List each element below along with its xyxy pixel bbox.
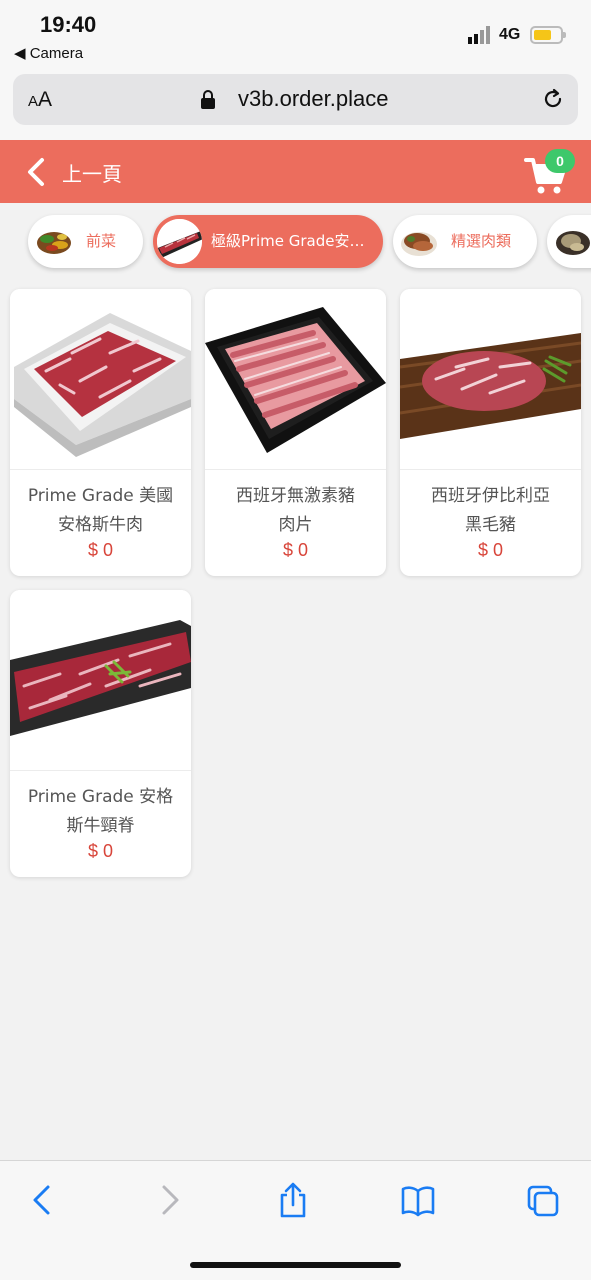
category-chip-appetizers[interactable]: 前菜: [28, 215, 143, 268]
product-price: $ 0: [477, 540, 504, 560]
product-card[interactable]: Prime Grade 美國 安格斯牛肉 $ 0: [10, 289, 191, 576]
product-card[interactable]: 西班牙無激素豬 肉片 $ 0: [205, 289, 386, 576]
product-price: $ 0: [87, 540, 114, 560]
back-button[interactable]: 上一頁: [22, 154, 142, 190]
product-price: $ 0: [282, 540, 309, 560]
app-header: 上一頁: [0, 140, 591, 203]
category-bar: 前菜 極級Prime Grade安… 精選肉類: [0, 203, 591, 281]
tabs-icon[interactable]: [526, 1181, 560, 1219]
signal-icon: [468, 26, 490, 44]
product-name: Prime Grade 美國 安格斯牛肉: [27, 486, 174, 535]
back-icon[interactable]: [26, 1181, 60, 1219]
forward-icon[interactable]: [152, 1181, 186, 1219]
battery-icon: [530, 26, 566, 44]
category-label: 極級Prime Grade安…: [211, 232, 365, 250]
reader-text-size-button[interactable]: AA: [28, 88, 52, 112]
product-image: [10, 289, 191, 470]
product-image: [400, 289, 581, 470]
share-icon[interactable]: [276, 1181, 310, 1219]
product-price: $ 0: [87, 841, 114, 861]
product-name: Prime Grade 安格 斯牛頸脊: [27, 787, 174, 836]
bookmarks-icon[interactable]: [401, 1181, 435, 1219]
category-thumbnail: [32, 219, 77, 264]
lock-icon: [201, 90, 215, 109]
category-thumbnail: [157, 219, 202, 264]
network-type: 4G: [499, 26, 521, 43]
product-card[interactable]: 西班牙伊比利亞 黑毛豬 $ 0: [400, 289, 581, 576]
product-image: [10, 590, 191, 771]
product-name: 西班牙無激素豬 肉片: [236, 486, 355, 535]
product-name: 西班牙伊比利亞 黑毛豬: [431, 486, 550, 535]
category-label: 精選肉類: [451, 232, 512, 250]
cart-count-badge: 0: [545, 149, 575, 173]
reload-icon[interactable]: [541, 87, 565, 111]
browser-chrome: AA v3b.order.place: [0, 66, 591, 140]
product-card[interactable]: Prime Grade 安格 斯牛頸脊 $ 0: [10, 590, 191, 877]
category-chip-selected-meats[interactable]: 精選肉類: [393, 215, 537, 268]
category-chip-more[interactable]: [547, 215, 591, 268]
product-image: [205, 289, 386, 470]
category-label: 前菜: [86, 232, 117, 250]
status-bar: 19:40 ◀ Camera 4G: [0, 0, 591, 66]
back-label: 上一頁: [62, 162, 122, 186]
category-chip-prime-grade[interactable]: 極級Prime Grade安…: [153, 215, 383, 268]
chevron-left-icon: [28, 158, 44, 186]
category-thumbnail: [397, 219, 442, 264]
url-text[interactable]: v3b.order.place: [238, 86, 388, 112]
category-thumbnail: [551, 219, 591, 264]
home-indicator: [190, 1262, 401, 1268]
status-time: 19:40: [40, 12, 97, 37]
back-to-camera-link[interactable]: ◀ Camera: [14, 44, 83, 62]
address-bar[interactable]: AA v3b.order.place: [13, 74, 578, 125]
